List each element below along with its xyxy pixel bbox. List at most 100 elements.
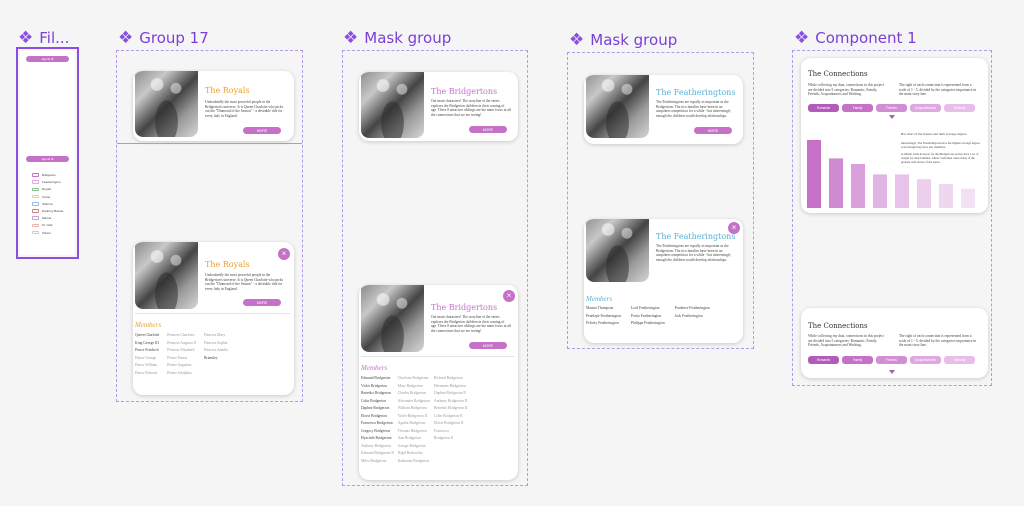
featheringtons-more-button[interactable]: MORE — [694, 127, 732, 134]
member-name[interactable]: Edmund Bridgerton II — [361, 450, 394, 458]
bar[interactable] — [851, 164, 865, 208]
member-name[interactable]: Jack Featherington — [675, 313, 710, 321]
member-name[interactable]: King George III — [135, 340, 159, 348]
member-name[interactable]: Philippa Featherington — [631, 320, 665, 328]
member-name[interactable]: Prince Edward — [135, 370, 159, 378]
member-name[interactable]: Charlotte Bridgerton — [398, 375, 430, 383]
tab-friends[interactable]: Friends — [876, 104, 907, 112]
member-name[interactable]: Princess Amelia — [204, 347, 228, 355]
member-name[interactable]: Prince Adolphus — [167, 370, 196, 378]
member-name[interactable]: Prince Augustus — [167, 362, 196, 370]
bar[interactable] — [939, 184, 953, 208]
legend-item[interactable]: Others — [32, 231, 63, 235]
frame-title-mask-group-1[interactable]: ❖ Mask group — [343, 29, 451, 47]
member-name[interactable]: Felicity Featherington — [586, 320, 621, 328]
member-name[interactable]: Portia Featherington — [631, 313, 665, 321]
tab-romantic[interactable]: Romantic — [808, 356, 839, 364]
legend-item[interactable]: Royals — [32, 187, 63, 191]
bar[interactable] — [873, 174, 887, 208]
legend-item[interactable]: Danbury Basset — [32, 209, 63, 213]
bar[interactable] — [917, 179, 931, 208]
member-name[interactable]: Prudence Featherington — [675, 305, 710, 313]
agenda-pill-mid[interactable]: Agend ⊗ — [26, 156, 69, 162]
member-name[interactable]: Marina Thompson — [586, 305, 621, 313]
member-name[interactable]: Katharine Bridgerton — [398, 458, 430, 466]
legend-item[interactable]: Crane — [32, 195, 63, 199]
member-name[interactable]: Eloise Bridgerton — [361, 413, 394, 421]
member-name[interactable]: Benedict Bridgerton II — [434, 405, 467, 413]
member-name[interactable]: Alexander Bridgerton — [398, 398, 430, 406]
member-name[interactable]: Princess Charlotte — [167, 332, 196, 340]
member-name[interactable]: Penelope Featherington — [586, 313, 621, 321]
agenda-pill-top[interactable]: Agend ⊗ — [26, 56, 69, 62]
close-icon[interactable]: × — [503, 290, 515, 302]
member-name[interactable]: Francesca — [434, 428, 467, 436]
bridgertons-card-expanded[interactable]: × The Bridgertons Our main characters! T… — [359, 285, 518, 480]
tab-friends[interactable]: Friends — [876, 356, 907, 364]
frame-title-filter[interactable]: ❖ Fil... — [18, 29, 69, 47]
legend-item[interactable]: Bridgerton — [32, 173, 63, 177]
member-name[interactable]: Eloise Bridgerton II — [434, 420, 467, 428]
frame-title-mask-group-2[interactable]: ❖ Mask group — [569, 31, 677, 49]
member-name[interactable]: Princess Sophia — [204, 340, 228, 348]
member-name[interactable]: Bridgerton II — [434, 435, 467, 443]
member-name[interactable]: Gregory Bridgerton — [361, 428, 394, 436]
bar[interactable] — [895, 174, 909, 208]
member-name[interactable]: Prince William — [135, 362, 159, 370]
member-name[interactable]: Prince Friedrich — [135, 347, 159, 355]
member-name[interactable]: Hermione Bridgerton — [434, 383, 467, 391]
frame-title-component-1[interactable]: ❖ Component 1 — [794, 29, 917, 47]
member-name[interactable]: Daphne Bridgerton — [361, 405, 394, 413]
member-name[interactable]: Thomas Bridgerton — [398, 428, 430, 436]
legend-item[interactable]: Sharma — [32, 202, 63, 206]
member-name[interactable]: Benedict Bridgerton — [361, 390, 394, 398]
member-name[interactable]: Lord Featherington — [631, 305, 665, 313]
member-name[interactable]: Richard Bridgerton — [434, 375, 467, 383]
tab-romantic[interactable]: Romantic — [808, 104, 839, 112]
connections-card-chart[interactable]: The Connections While collecting my data… — [801, 58, 988, 213]
member-name[interactable]: Daphne Bridgerton II — [434, 390, 467, 398]
tab-family[interactable]: Family — [842, 356, 873, 364]
tab-acquaintances[interactable]: Acquaintances — [910, 356, 941, 364]
bar[interactable] — [807, 140, 821, 208]
member-name[interactable]: Hyacinth Bridgerton — [361, 435, 394, 443]
member-name[interactable]: Prince George — [135, 355, 159, 363]
member-name[interactable]: Miles Bridgerton — [361, 458, 394, 466]
member-name[interactable]: Violet Bridgerton — [361, 383, 394, 391]
member-name[interactable]: Anthony Bridgerton II — [434, 398, 467, 406]
featheringtons-card-expanded[interactable]: × The Featheringtons The Featheringtons … — [584, 219, 743, 343]
legend-item[interactable]: Featherington — [32, 180, 63, 184]
legend-item[interactable]: Marina — [32, 216, 63, 220]
bridgertons-card-collapsed[interactable]: The Bridgertons Our main characters! The… — [359, 72, 518, 141]
member-name[interactable]: George Bridgerton — [398, 443, 430, 451]
royals-card-collapsed[interactable]: The Royals Undoubtedly the most powerful… — [133, 71, 294, 141]
member-name[interactable]: Princess Augusta II — [167, 340, 196, 348]
member-name[interactable]: Violet Bridgerton II — [398, 413, 430, 421]
member-name[interactable]: Mary Bridgerton — [398, 383, 430, 391]
member-name[interactable]: Princess Elizabeth — [167, 347, 196, 355]
royals-more-button[interactable]: MORE — [243, 127, 281, 134]
tab-acquaintances[interactable]: Acquaintances — [910, 104, 941, 112]
close-icon[interactable]: × — [278, 248, 290, 260]
frame-title-group17[interactable]: ❖ Group 17 — [118, 29, 209, 47]
bar[interactable] — [961, 188, 975, 208]
royals-more-button[interactable]: MORE — [243, 299, 281, 306]
member-name[interactable]: Colin Bridgerton II — [434, 413, 467, 421]
tab-family[interactable]: Family — [842, 104, 873, 112]
member-name[interactable]: Ann Bridgerton — [398, 435, 430, 443]
member-name[interactable]: Brimsley — [204, 355, 228, 363]
member-name[interactable]: Queen Charlotte — [135, 332, 159, 340]
tab-working[interactable]: Working — [944, 356, 975, 364]
member-name[interactable]: Edmund Bridgerton — [361, 375, 394, 383]
legend-item[interactable]: St. Clair — [32, 223, 63, 227]
member-name[interactable]: Colin Bridgerton — [361, 398, 394, 406]
member-name[interactable]: Francesca Bridgerton — [361, 420, 394, 428]
member-name[interactable]: Anthony Bridgerton — [361, 443, 394, 451]
royals-card-expanded[interactable]: × The Royals Undoubtedly the most powerf… — [133, 242, 294, 395]
member-name[interactable]: Prince Ernest — [167, 355, 196, 363]
member-name[interactable]: Princess Mary — [204, 332, 228, 340]
featheringtons-card-collapsed[interactable]: The Featheringtons The Featheringtons ar… — [584, 75, 743, 144]
member-name[interactable]: Charles Bridgerton — [398, 390, 430, 398]
connections-card-collapsed[interactable]: The Connections While collecting my data… — [801, 308, 988, 378]
tab-working[interactable]: Working — [944, 104, 975, 112]
